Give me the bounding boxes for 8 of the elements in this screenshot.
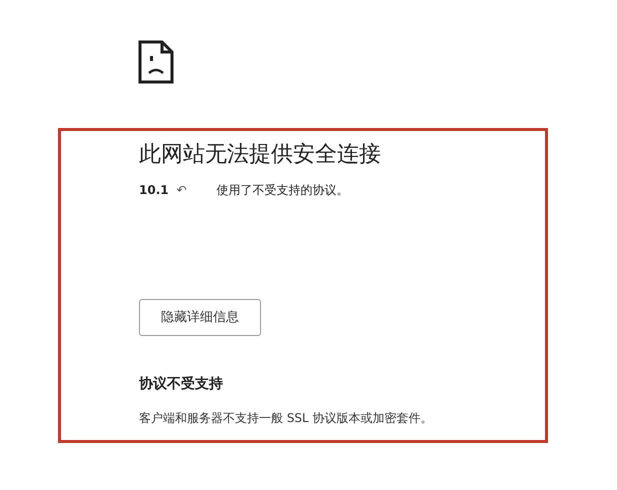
- host-text: 10.1: [139, 182, 169, 199]
- arrow-glyph: ↶: [176, 182, 187, 199]
- section-heading: 协议不受支持: [139, 375, 224, 394]
- error-message: 使用了不受支持的协议。: [216, 182, 349, 199]
- sad-page-icon: [138, 40, 174, 84]
- section-body: 客户端和服务器不支持一般 SSL 协议版本或加密套件。: [139, 410, 434, 427]
- error-title: 此网站无法提供安全连接: [139, 141, 382, 169]
- hide-details-button[interactable]: 隐藏详细信息: [139, 299, 261, 336]
